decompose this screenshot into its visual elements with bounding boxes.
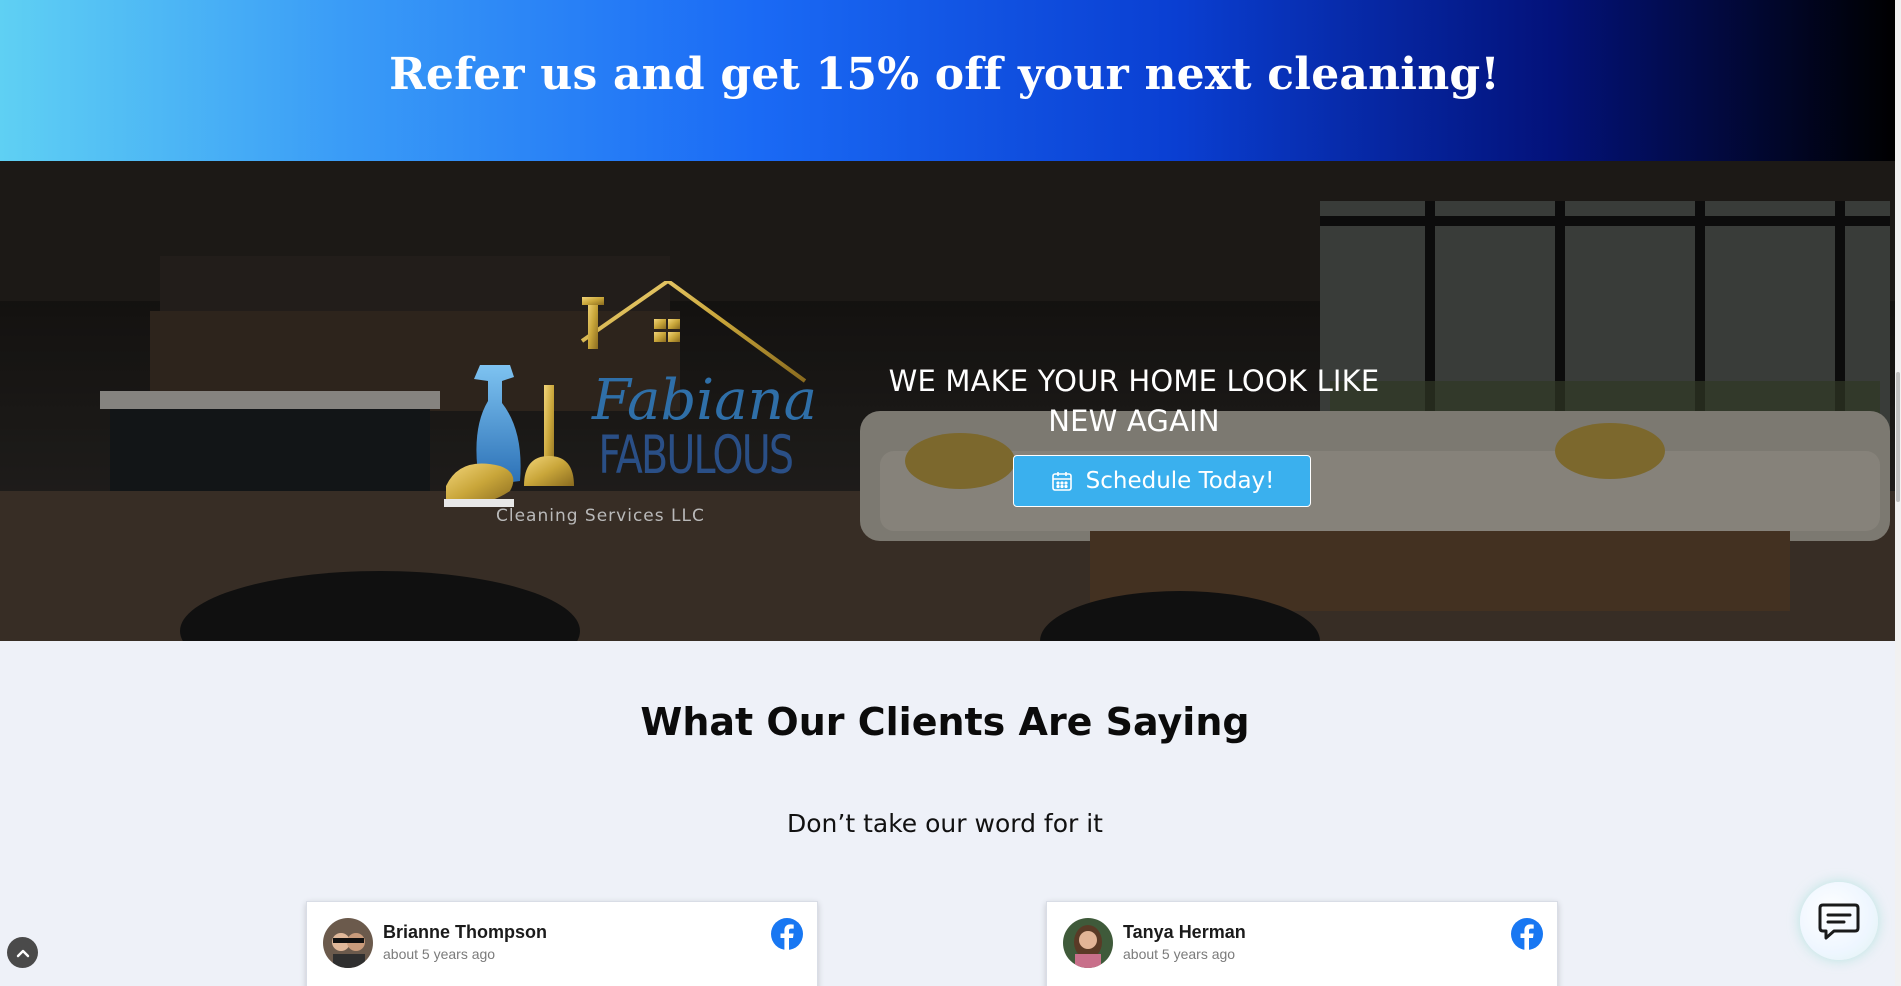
avatar — [323, 918, 373, 968]
promo-banner: Refer us and get 15% off your next clean… — [0, 0, 1895, 161]
reviewer-name: Brianne Thompson — [383, 922, 548, 942]
calendar-icon — [1051, 472, 1072, 491]
back-to-top-button[interactable] — [7, 937, 38, 968]
hero-section: Fabiana FABULOUS Cleaning Services LLC W… — [0, 161, 1895, 641]
svg-text:FABULOUS: FABULOUS — [598, 425, 792, 486]
svg-text:Cleaning Services LLC: Cleaning Services LLC — [496, 506, 705, 526]
promo-headline: Refer us and get 15% off your next clean… — [389, 49, 1500, 100]
chat-widget-button[interactable] — [1800, 882, 1878, 960]
schedule-button[interactable]: Schedule Today! — [1013, 455, 1311, 507]
chevron-up-icon — [16, 949, 29, 957]
company-logo: Fabiana FABULOUS Cleaning Services LLC — [444, 281, 817, 526]
reviews-title: What Our Clients Are Saying — [640, 700, 1250, 744]
facebook-icon[interactable] — [771, 918, 803, 950]
facebook-icon[interactable] — [1511, 918, 1543, 950]
svg-text:Fabiana: Fabiana — [591, 368, 817, 433]
chat-icon — [1818, 903, 1860, 940]
review-time: about 5 years ago — [383, 946, 496, 962]
avatar — [1063, 918, 1113, 968]
schedule-button-label: Schedule Today! — [1085, 468, 1275, 494]
page-scrollbar[interactable] — [1895, 0, 1901, 986]
reviewer-name: Tanya Herman — [1123, 922, 1246, 942]
scrollbar-thumb[interactable] — [1896, 372, 1900, 502]
review-card[interactable]: Brianne Thompson about 5 years ago — [306, 901, 818, 986]
review-card[interactable]: Tanya Herman about 5 years ago — [1046, 901, 1558, 986]
hero-tagline: WE MAKE YOUR HOME LOOK LIKE NEW AGAIN — [888, 364, 1380, 438]
reviews-subtitle: Don’t take our word for it — [787, 809, 1103, 838]
review-time: about 5 years ago — [1123, 946, 1236, 962]
